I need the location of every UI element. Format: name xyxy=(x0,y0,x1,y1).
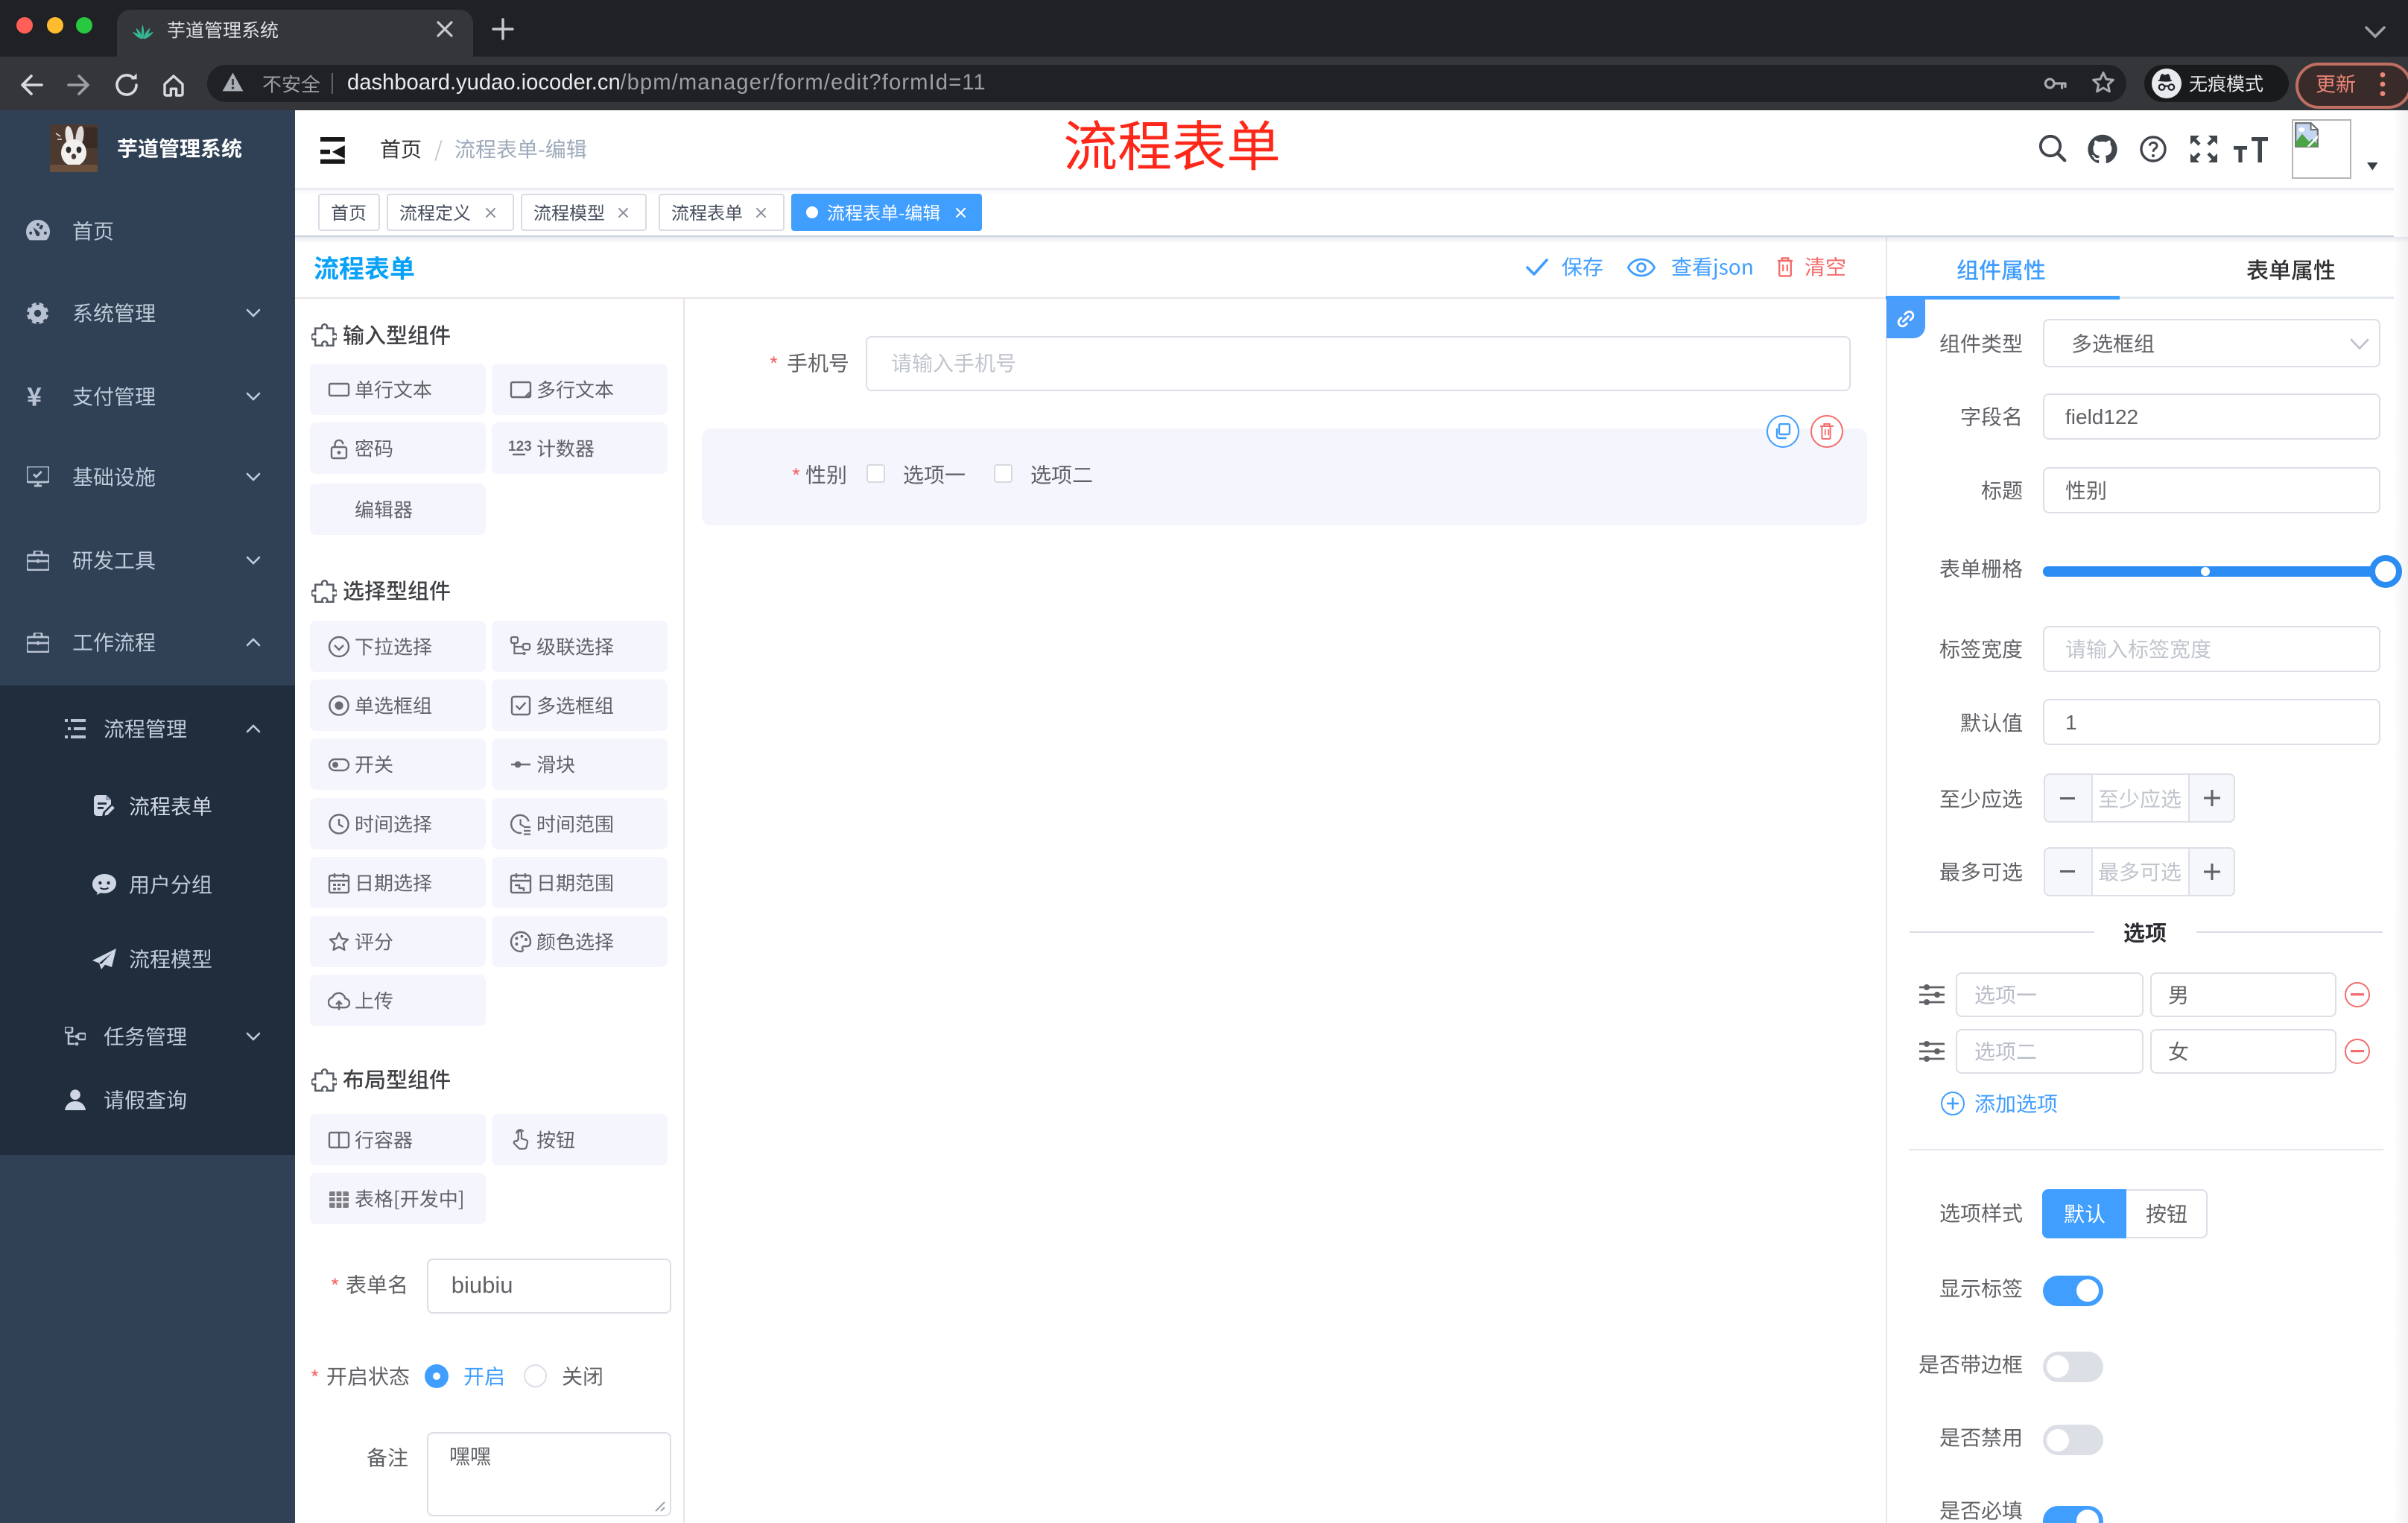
svg-text:123: 123 xyxy=(508,439,532,455)
